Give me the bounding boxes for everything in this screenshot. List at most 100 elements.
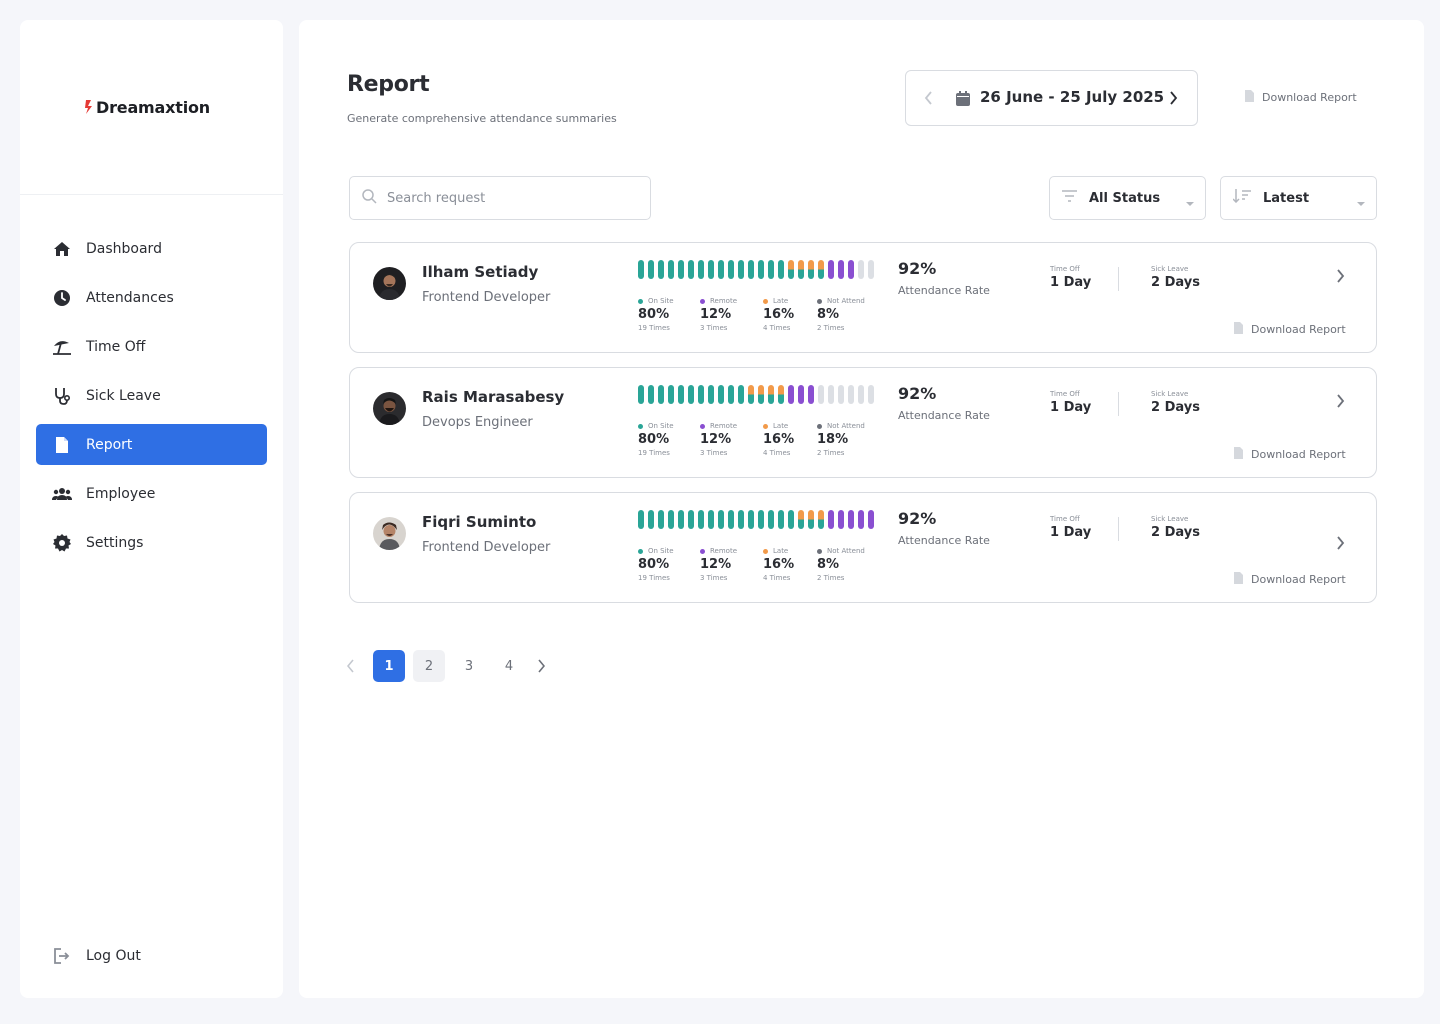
sidebar-item-employee[interactable]: Employee: [36, 473, 267, 514]
stat-label: Remote: [710, 547, 738, 555]
stat-times: 19 Times: [638, 324, 670, 332]
page-subtitle: Generate comprehensive attendance summar…: [347, 112, 617, 125]
attendance-day-bar: [788, 385, 794, 404]
stat-value: 12%: [700, 432, 732, 447]
caret-down-icon: [1356, 196, 1366, 211]
beach-umbrella-icon: [52, 337, 72, 357]
download-report-label: Download Report: [1251, 323, 1346, 336]
stat-value: 16%: [763, 557, 795, 572]
avatar: [373, 392, 406, 425]
page-button[interactable]: 1: [373, 650, 405, 682]
stat-not-attend: Not Attend 8% 2 Times: [817, 547, 865, 582]
sick-leave-label: Sick Leave: [1151, 265, 1189, 273]
date-range-picker[interactable]: 26 June - 25 July 2025: [905, 70, 1198, 126]
stat-times: 3 Times: [700, 574, 728, 582]
sidebar-item-settings[interactable]: Settings: [36, 522, 267, 563]
attendance-day-bar: [808, 385, 814, 404]
employee-card[interactable]: Fiqri Suminto Frontend Developer On Site…: [349, 492, 1377, 603]
attendance-rate-value: 92%: [898, 384, 937, 403]
sick-leave-summary: Sick Leave 2 Days: [1151, 265, 1200, 290]
attendance-day-bar: [718, 260, 724, 279]
attendance-day-bar: [748, 385, 754, 404]
attendance-day-bar: [698, 385, 704, 404]
sidebar-item-report[interactable]: Report: [36, 424, 267, 465]
attendance-rate-value: 92%: [898, 509, 937, 528]
time-off-label: Time Off: [1050, 390, 1080, 398]
sort-dropdown[interactable]: Latest: [1220, 176, 1377, 220]
download-report-button[interactable]: Download Report: [1233, 572, 1346, 587]
page-button[interactable]: 4: [493, 650, 525, 682]
attendance-bars: [638, 510, 878, 530]
late-dot-icon: [763, 423, 768, 429]
attendance-day-bar: [648, 510, 654, 529]
avatar: [373, 517, 406, 550]
chevron-right-icon[interactable]: [1168, 90, 1178, 110]
stat-value: 80%: [638, 432, 670, 447]
chevron-right-icon[interactable]: [1335, 535, 1345, 555]
next-page-button[interactable]: [533, 650, 549, 682]
status-filter-dropdown[interactable]: All Status: [1049, 176, 1206, 220]
attendance-day-bar: [848, 385, 854, 404]
employee-card[interactable]: Ilham Setiady Frontend Developer On Site…: [349, 242, 1377, 353]
page-button[interactable]: 3: [453, 650, 485, 682]
chevron-left-icon[interactable]: [924, 90, 934, 110]
attendance-day-bar: [708, 385, 714, 404]
employee-name: Rais Marasabesy: [422, 388, 565, 406]
attendance-rate-value: 92%: [898, 259, 937, 278]
search-input[interactable]: [387, 190, 627, 206]
time-off-value: 1 Day: [1050, 525, 1092, 540]
search-box[interactable]: [349, 176, 651, 220]
sidebar-nav: Dashboard Attendances Time Off Sick Leav…: [36, 228, 267, 571]
stat-times: 19 Times: [638, 574, 670, 582]
attendance-day-bar: [848, 510, 854, 529]
attendance-day-bar: [778, 385, 784, 404]
sidebar-item-sick-leave[interactable]: Sick Leave: [36, 375, 267, 416]
search-icon: [362, 188, 377, 208]
attendance-day-bar: [748, 510, 754, 529]
attendance-day-bar: [768, 510, 774, 529]
stat-late: Late 16% 4 Times: [763, 422, 794, 457]
stat-on-site: On Site 80% 19 Times: [638, 422, 674, 457]
main-panel: Report Generate comprehensive attendance…: [299, 20, 1424, 998]
calendar-icon: [956, 91, 970, 110]
sidebar-item-dashboard[interactable]: Dashboard: [36, 228, 267, 269]
avatar: [373, 267, 406, 300]
file-icon: [1233, 447, 1243, 462]
document-icon: [52, 435, 72, 455]
chevron-right-icon[interactable]: [1335, 268, 1345, 288]
attendance-day-bar: [788, 510, 794, 529]
stat-label: Remote: [710, 422, 738, 430]
prev-page-button[interactable]: [343, 650, 359, 682]
sidebar-item-time-off[interactable]: Time Off: [36, 326, 267, 367]
sick-leave-label: Sick Leave: [1151, 515, 1189, 523]
stat-label: Late: [773, 422, 789, 430]
remote-dot-icon: [700, 423, 705, 429]
sidebar-item-attendances[interactable]: Attendances: [36, 277, 267, 318]
download-report-button[interactable]: Download Report: [1244, 90, 1357, 105]
page-button[interactable]: 2: [413, 650, 445, 682]
download-report-button[interactable]: Download Report: [1233, 447, 1346, 462]
sick-leave-value: 2 Days: [1151, 400, 1200, 415]
attendance-day-bar: [738, 510, 744, 529]
attendance-day-bar: [758, 260, 764, 279]
stat-times: 2 Times: [817, 574, 845, 582]
not-attend-dot-icon: [817, 548, 822, 554]
download-report-button[interactable]: Download Report: [1233, 322, 1346, 337]
attendance-day-bar: [658, 510, 664, 529]
home-icon: [52, 239, 72, 259]
stat-times: 3 Times: [700, 324, 728, 332]
attendance-day-bar: [708, 260, 714, 279]
attendance-day-bar: [818, 385, 824, 404]
employee-card[interactable]: Rais Marasabesy Devops Engineer On Site …: [349, 367, 1377, 478]
stat-label: On Site: [648, 422, 674, 430]
chevron-right-icon[interactable]: [1335, 393, 1345, 413]
chevron-right-icon: [538, 659, 545, 673]
attendance-day-bar: [808, 510, 814, 529]
brand-logo[interactable]: Dreamaxtion: [85, 98, 210, 117]
attendance-day-bar: [718, 385, 724, 404]
time-off-label: Time Off: [1050, 265, 1080, 273]
remote-dot-icon: [700, 548, 705, 554]
attendance-day-bar: [788, 260, 794, 279]
attendance-bars: [638, 385, 878, 405]
logout-button[interactable]: Log Out: [36, 936, 141, 976]
